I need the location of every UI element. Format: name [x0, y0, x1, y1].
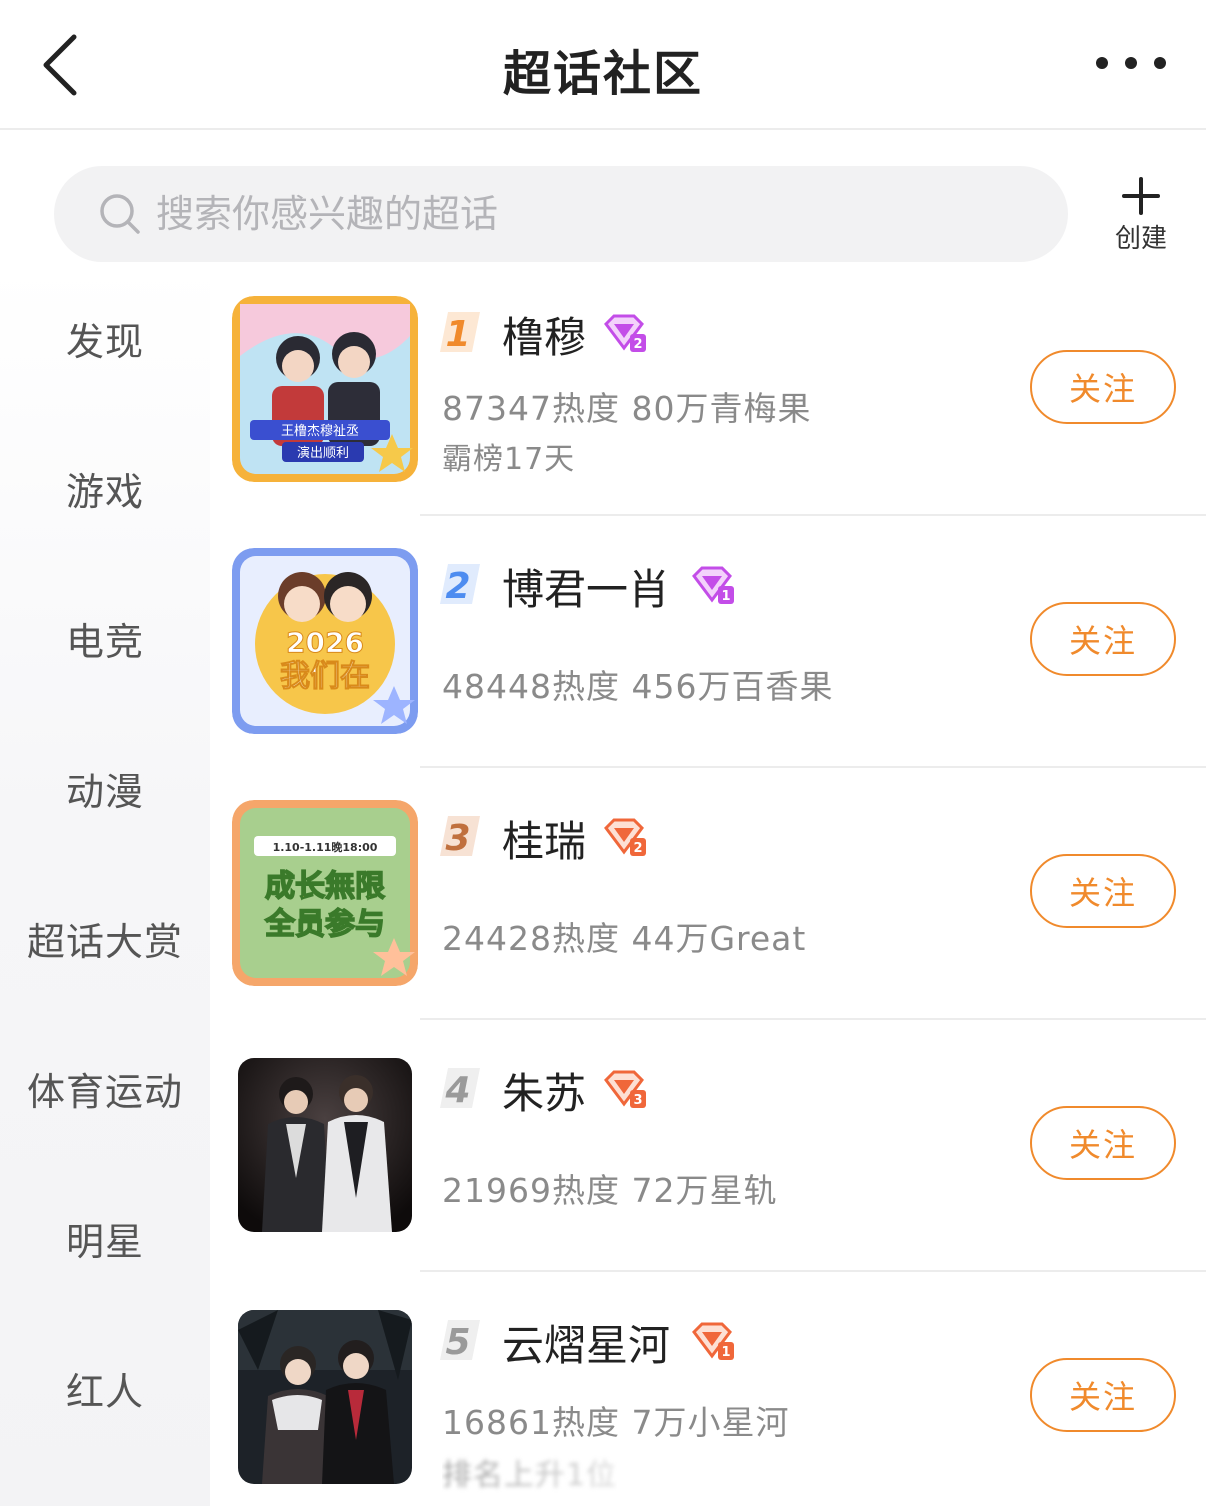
svg-text:3: 3 — [445, 818, 470, 858]
sidebar-item-awards[interactable]: 超话大赏 — [0, 898, 210, 978]
svg-text:4: 4 — [444, 1070, 470, 1110]
plus-icon — [1122, 177, 1160, 215]
page-title: 超话社区 — [502, 46, 703, 102]
topic-stats: 87347热度 80万青梅果 — [442, 389, 812, 428]
rank-badge: 1 — [440, 310, 480, 354]
topic-streak: 霸榜17天 — [442, 442, 576, 477]
rank-badge: 4 — [440, 1066, 480, 1110]
topic-name[interactable]: 朱苏 — [502, 1060, 586, 1121]
svg-text:2: 2 — [445, 566, 470, 606]
topic-cover-image — [238, 1058, 412, 1232]
topic-name[interactable]: 桂瑞 — [502, 808, 586, 869]
search-icon — [100, 194, 140, 234]
topic-cover-image: 2026 我们在 — [232, 548, 418, 734]
topic-rank-change: 排名上升1位 — [442, 1458, 618, 1493]
topic-stats: 24428热度 44万Great — [442, 919, 807, 958]
diamond-level-icon: 1 — [690, 1322, 734, 1360]
topic-ranking-list: 王橹杰穆祉丞 演出顺利 1 橹穆 2 87347热度 80万青梅果 霸榜17天 … — [210, 264, 1206, 1506]
create-button[interactable]: 创建 — [1104, 176, 1178, 256]
topic-avatar: 王橹杰穆祉丞 演出顺利 — [232, 296, 418, 482]
topic-avatar — [238, 1058, 412, 1232]
rank-badge: 2 — [440, 562, 480, 606]
topic-cover-image — [238, 1310, 412, 1484]
follow-button[interactable]: 关注 — [1030, 350, 1176, 424]
cover-text: 全员参与 — [264, 907, 385, 942]
diamond-level-icon: 3 — [602, 1070, 646, 1108]
svg-text:1: 1 — [721, 589, 730, 604]
top-nav-bar: 超话社区 — [0, 0, 1206, 130]
sidebar-item-esports[interactable]: 电竞 — [0, 598, 210, 678]
topic-avatar: 1.10-1.11晚18:00 成长無限 全员参与 — [232, 800, 418, 986]
rank-badge: 5 — [440, 1318, 480, 1362]
svg-text:3: 3 — [633, 1093, 642, 1108]
topic-row[interactable]: 2026 我们在 2 博君一肖 1 48448热度 456万百香果 关注 — [210, 516, 1206, 768]
topic-name[interactable]: 博君一肖 — [502, 556, 670, 617]
create-label: 创建 — [1114, 224, 1167, 254]
rank-badge: 3 — [440, 814, 480, 858]
more-options-button[interactable] — [1096, 48, 1166, 78]
sidebar-item-games[interactable]: 游戏 — [0, 448, 210, 528]
diamond-level-icon: 2 — [602, 818, 646, 856]
svg-text:2: 2 — [633, 337, 642, 352]
sidebar-item-sports[interactable]: 体育运动 — [0, 1048, 210, 1128]
sidebar-item-stars[interactable]: 明星 — [0, 1198, 210, 1278]
cover-text: 1.10-1.11晚18:00 — [273, 840, 378, 854]
topic-stats: 48448热度 456万百香果 — [442, 667, 834, 706]
sidebar-item-discover[interactable]: 发现 — [0, 298, 210, 378]
more-dot — [1154, 57, 1166, 69]
more-dots-icon — [1096, 57, 1108, 69]
sidebar-item-influencers[interactable]: 红人 — [0, 1348, 210, 1428]
follow-button[interactable]: 关注 — [1030, 854, 1176, 928]
cover-text: 我们在 — [280, 659, 370, 694]
sidebar-item-anime[interactable]: 动漫 — [0, 748, 210, 828]
search-bar[interactable] — [54, 166, 1068, 262]
rank-number-icon: 2 — [440, 564, 480, 606]
topic-row[interactable]: 5 云熠星河 1 16861热度 7万小星河 排名上升1位 关注 — [210, 1272, 1206, 1506]
rank-number-icon: 4 — [440, 1068, 480, 1110]
more-dot — [1125, 57, 1137, 69]
topic-avatar: 2026 我们在 — [232, 548, 418, 734]
cover-text: 王橹杰穆祉丞 — [281, 424, 359, 439]
svg-text:5: 5 — [445, 1322, 470, 1362]
svg-text:1: 1 — [721, 1345, 730, 1360]
diamond-level-icon: 2 — [602, 314, 646, 352]
topic-name[interactable]: 橹穆 — [502, 304, 586, 365]
follow-button[interactable]: 关注 — [1030, 1358, 1176, 1432]
search-input[interactable] — [154, 191, 1014, 237]
topic-avatar — [238, 1310, 412, 1484]
category-sidebar: 发现 游戏 电竞 动漫 超话大赏 体育运动 明星 红人 — [0, 264, 210, 1506]
topic-stats: 21969热度 72万星轨 — [442, 1171, 778, 1210]
svg-text:1: 1 — [445, 314, 470, 354]
topic-stats: 16861热度 7万小星河 — [442, 1403, 790, 1442]
rank-number-icon: 3 — [440, 816, 480, 858]
topic-cover-image: 1.10-1.11晚18:00 成长無限 全员参与 — [232, 800, 418, 986]
rank-number-icon: 5 — [440, 1320, 480, 1362]
svg-text:2: 2 — [633, 841, 642, 856]
cover-text: 演出顺利 — [297, 445, 349, 461]
follow-button[interactable]: 关注 — [1030, 602, 1176, 676]
cover-text: 2026 — [286, 626, 364, 659]
topic-row[interactable]: 1.10-1.11晚18:00 成长無限 全员参与 3 桂瑞 2 24428热度… — [210, 768, 1206, 1020]
topic-row[interactable]: 王橹杰穆祉丞 演出顺利 1 橹穆 2 87347热度 80万青梅果 霸榜17天 … — [210, 264, 1206, 516]
rank-number-icon: 1 — [440, 312, 480, 354]
topic-name[interactable]: 云熠星河 — [502, 1312, 670, 1373]
cover-text: 成长無限 — [265, 869, 385, 904]
topic-row[interactable]: 4 朱苏 3 21969热度 72万星轨 关注 — [210, 1020, 1206, 1272]
diamond-level-icon: 1 — [690, 566, 734, 604]
topic-cover-image: 王橹杰穆祉丞 演出顺利 — [232, 296, 418, 482]
follow-button[interactable]: 关注 — [1030, 1106, 1176, 1180]
